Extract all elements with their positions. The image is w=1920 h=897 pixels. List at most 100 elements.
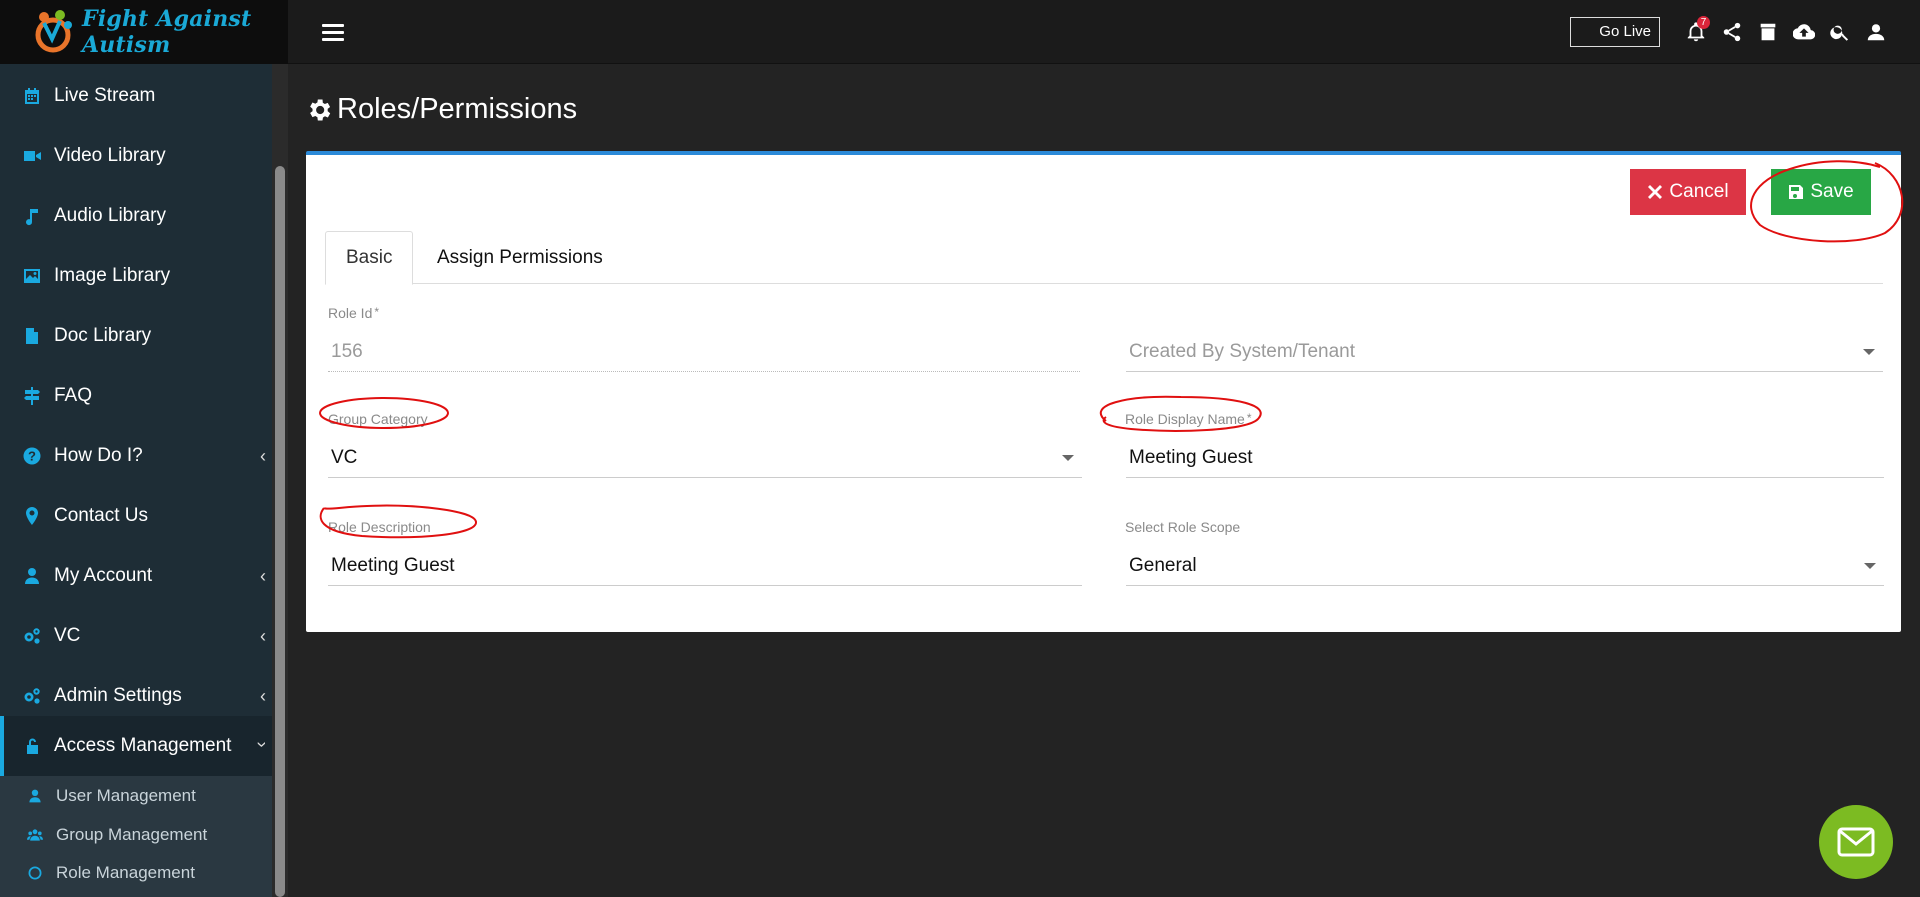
access-management-submenu: User Management Group Management Role Ma…: [0, 776, 272, 897]
group-category-select[interactable]: VC: [328, 438, 1082, 478]
sidebar-item-label: Audio Library: [54, 205, 166, 226]
sidebar-item-label: FAQ: [54, 385, 93, 406]
sidebar-scrollbar[interactable]: [272, 64, 288, 897]
menu-icon: [322, 24, 344, 27]
chevron-down-icon: ‹: [250, 741, 271, 748]
sidebar-item-label: Contact Us: [54, 505, 148, 526]
user-icon: [1867, 24, 1885, 41]
caret-down-icon: [1863, 349, 1875, 355]
sidebar-subitem-label: Group Management: [56, 825, 208, 844]
brand-logo[interactable]: Fight Against Autism: [0, 0, 288, 64]
go-live-button[interactable]: Go Live: [1570, 17, 1660, 47]
archive-button[interactable]: [1750, 14, 1786, 50]
chevron-left-icon: ‹: [260, 686, 266, 706]
caret-down-icon: [1864, 563, 1876, 569]
caret-down-icon: [1062, 455, 1074, 461]
role-scope-select[interactable]: General: [1126, 546, 1884, 586]
tab-assign-permissions[interactable]: Assign Permissions: [417, 231, 623, 284]
sidebar-item-label: Access Management: [54, 735, 232, 756]
gear-icon: [310, 99, 331, 120]
sidebar-subitem-label: Role Management: [56, 863, 195, 882]
role-id-label: Role Id *: [328, 305, 380, 321]
form-tabs: Basic Assign Permissions: [325, 231, 1883, 285]
sidebar-item-label: How Do I?: [54, 445, 143, 466]
cancel-button[interactable]: Cancel: [1630, 169, 1746, 215]
role-scope-label: Select Role Scope: [1125, 519, 1241, 535]
sidebar-subitem-group-management[interactable]: Group Management: [0, 816, 272, 854]
upload-button[interactable]: [1786, 14, 1822, 50]
sidebar-item-label: My Account: [54, 565, 153, 586]
sidebar-item-access-management[interactable]: Access Management ‹: [0, 716, 272, 776]
sidebar-subitem-role-management[interactable]: Role Management: [0, 854, 272, 892]
archive-icon: [1760, 23, 1776, 41]
close-icon: [1648, 185, 1663, 199]
unlock-icon: [22, 736, 42, 756]
sidebar-item-label: Live Stream: [54, 85, 156, 106]
circle-icon: [26, 864, 44, 882]
menu-toggle-button[interactable]: [322, 24, 344, 42]
sidebar-item-vc[interactable]: VC ‹: [0, 606, 272, 666]
calendar-icon: [22, 86, 42, 106]
notification-badge: 7: [1697, 16, 1710, 29]
sidebar-item-label: Video Library: [54, 145, 166, 166]
role-description-label: Role Description: [328, 519, 431, 535]
sidebar: Live Stream Video Library Audio Library …: [0, 64, 272, 897]
share-icon: [1723, 22, 1741, 42]
group-category-label: Group Category: [328, 411, 428, 427]
svg-text:?: ?: [28, 449, 36, 464]
sidebar-item-how-do-i[interactable]: ? How Do I? ‹: [0, 426, 272, 486]
search-icon: [1830, 25, 1849, 41]
contact-mail-button[interactable]: [1819, 805, 1893, 879]
map-marker-icon: [22, 506, 42, 526]
sidebar-subitem-user-management[interactable]: User Management: [0, 777, 272, 815]
sidebar-item-label: Doc Library: [54, 325, 152, 346]
signpost-icon: [22, 386, 42, 406]
notifications-button[interactable]: 7: [1678, 14, 1714, 50]
cogs-icon: [22, 686, 42, 706]
sidebar-item-image-library[interactable]: Image Library: [0, 246, 272, 306]
top-bar: Fight Against Autism Go Live 7: [0, 0, 1920, 64]
user-menu-button[interactable]: [1858, 14, 1894, 50]
chevron-left-icon: ‹: [260, 566, 266, 586]
role-id-field: 156: [328, 332, 1080, 372]
sidebar-item-audio-library[interactable]: Audio Library: [0, 186, 272, 246]
sidebar-item-video-library[interactable]: Video Library: [0, 126, 272, 186]
sidebar-item-faq[interactable]: FAQ: [0, 366, 272, 426]
search-button[interactable]: [1822, 14, 1858, 50]
sidebar-item-label: Admin Settings: [54, 685, 182, 706]
floppy-disk-icon: [1789, 185, 1804, 199]
logo-icon: [30, 9, 76, 55]
role-display-name-input[interactable]: Meeting Guest: [1126, 438, 1884, 478]
created-by-select[interactable]: Created By System/Tenant: [1126, 332, 1883, 372]
user-icon: [22, 566, 42, 586]
cogs-icon: [22, 626, 42, 646]
chevron-left-icon: ‹: [260, 626, 266, 646]
page-title: Roles/Permissions: [305, 93, 577, 126]
sidebar-item-label: Image Library: [54, 265, 171, 286]
question-icon: ?: [22, 446, 42, 466]
document-icon: [22, 326, 42, 346]
image-icon: [22, 266, 42, 286]
video-icon: [22, 146, 42, 166]
sidebar-item-label: VC: [54, 625, 81, 646]
cloud-upload-icon: [1793, 24, 1815, 40]
chevron-left-icon: ‹: [260, 446, 266, 466]
role-display-name-label: Role Display Name *: [1125, 411, 1252, 427]
user-icon: [26, 787, 44, 805]
role-description-input[interactable]: Meeting Guest: [328, 546, 1082, 586]
sidebar-item-doc-library[interactable]: Doc Library: [0, 306, 272, 366]
users-icon: [26, 826, 44, 844]
logo-text: Fight Against Autism: [82, 6, 252, 58]
envelope-icon: [1837, 827, 1875, 857]
sidebar-item-contact-us[interactable]: Contact Us: [0, 486, 272, 546]
sidebar-item-my-account[interactable]: My Account ‹: [0, 546, 272, 606]
sidebar-scrollbar-thumb[interactable]: [275, 166, 285, 897]
sidebar-item-live-stream[interactable]: Live Stream: [0, 66, 272, 126]
save-button[interactable]: Save: [1771, 169, 1871, 215]
share-button[interactable]: [1714, 14, 1750, 50]
role-form-card: Cancel Save Basic Assign Permissions Rol…: [306, 151, 1901, 632]
tab-basic[interactable]: Basic: [325, 231, 414, 285]
top-bar-actions: Go Live 7: [1570, 0, 1920, 64]
sidebar-subitem-label: User Management: [56, 786, 196, 805]
music-icon: [22, 206, 42, 226]
